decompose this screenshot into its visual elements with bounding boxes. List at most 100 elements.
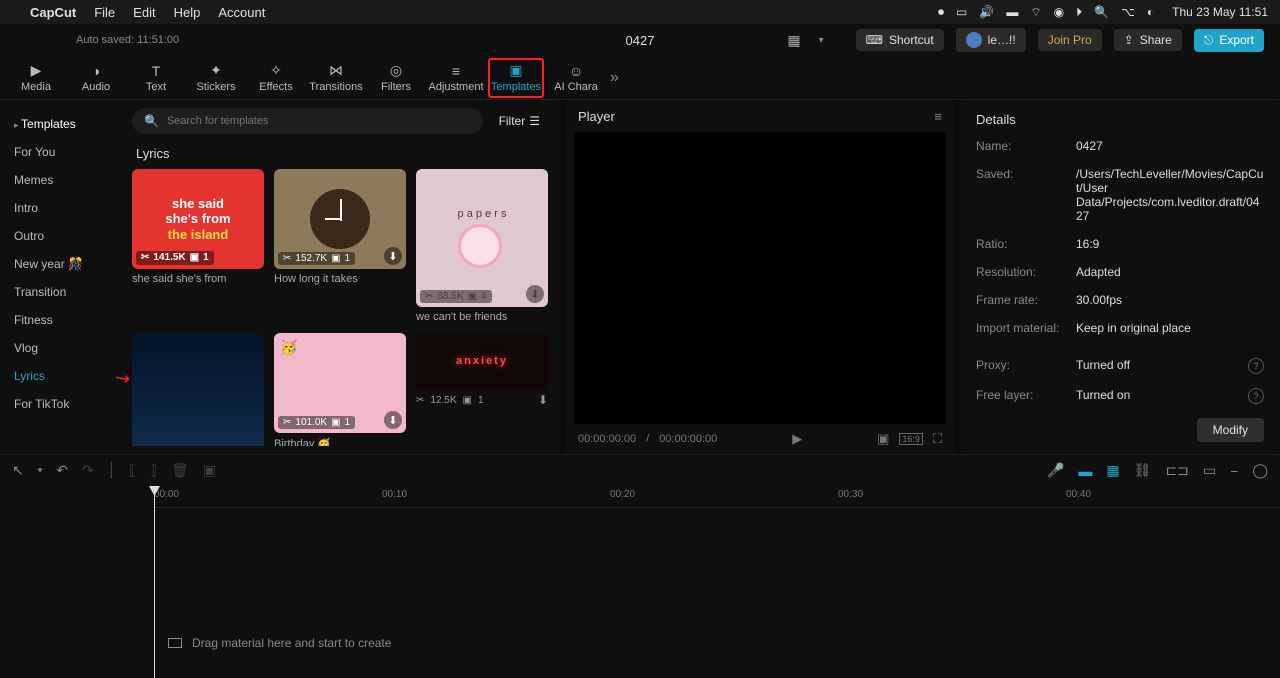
user-button[interactable]: le…!!: [956, 28, 1026, 52]
effects-icon: ✧: [270, 62, 282, 79]
tab-media[interactable]: ▶Media: [8, 58, 64, 98]
modify-button[interactable]: Modify: [1197, 418, 1264, 442]
tab-templates[interactable]: ▣Templates: [488, 58, 544, 98]
tab-audio[interactable]: ◑Audio: [68, 58, 124, 98]
download-icon[interactable]: ⬇: [526, 285, 544, 303]
timeline[interactable]: 00:00 00:10 00:20 00:30 00:40 Drag mater…: [0, 486, 1280, 678]
detail-resolution-value: Adapted: [1076, 265, 1264, 279]
template-card[interactable]: she saidshe's fromthe island ✂141.5K▣1 s…: [132, 169, 264, 323]
ruler-tick: 00:10: [382, 489, 407, 500]
sidebar-item-outro[interactable]: Outro: [0, 222, 120, 250]
template-card[interactable]: p a p e r s ✂88.5K▣4 ⬇ we can't be frien…: [416, 169, 548, 323]
playback-icon[interactable]: ⏵: [1076, 5, 1082, 20]
sidebar-item-new-year[interactable]: New year 🎊: [0, 250, 120, 278]
shortcut-button[interactable]: ⌨Shortcut: [856, 29, 944, 51]
search-input[interactable]: [167, 115, 471, 127]
tab-effects[interactable]: ✧Effects: [248, 58, 304, 98]
template-thumb: 🥳 ✂101.0K▣1 ⬇: [274, 333, 406, 433]
sidebar-item-vlog[interactable]: Vlog: [0, 334, 120, 362]
trim-left-icon[interactable]: ⟦: [129, 462, 136, 479]
template-card[interactable]: ✂42.0K▣1⬇: [132, 333, 264, 446]
siri-icon[interactable]: ◐: [1147, 5, 1154, 19]
selection-tool-icon[interactable]: ↖: [12, 462, 24, 479]
template-card[interactable]: ✂152.7K▣1 ⬇ How long it takes: [274, 169, 406, 323]
magnet-main-icon[interactable]: ▬: [1078, 463, 1092, 479]
play-icon[interactable]: ▶: [792, 431, 802, 447]
menubar-clock[interactable]: Thu 23 May 11:51: [1172, 5, 1268, 19]
sidebar-header[interactable]: Templates: [0, 110, 120, 138]
filter-button[interactable]: Filter☰: [491, 110, 548, 132]
template-card[interactable]: 🥳 ✂101.0K▣1 ⬇ Birthday 🥳: [274, 333, 406, 446]
tab-ai-chara[interactable]: ☺AI Chara: [548, 58, 604, 98]
redo-icon[interactable]: ↷: [82, 462, 94, 479]
join-pro-button[interactable]: Join Pro: [1038, 29, 1102, 51]
wifi-icon[interactable]: ⌔: [1030, 5, 1041, 20]
zoom-fit-icon[interactable]: ◯: [1252, 462, 1268, 479]
layout-icon[interactable]: ▦: [787, 32, 800, 49]
link-icon[interactable]: ⛓: [1134, 462, 1152, 479]
timeline-toolbar: ↖ ▾ ↶ ↷ ⎮ ⟦ ⟧ 🗑 ▣ 🎤 ▬ ▦ ⛓ ⊏⊐ ▭ − ◯: [0, 454, 1280, 486]
time-total: 00:00:00:00: [659, 433, 717, 445]
sidebar-item-memes[interactable]: Memes: [0, 166, 120, 194]
trim-right-icon[interactable]: ⟧: [150, 462, 157, 479]
menu-edit[interactable]: Edit: [133, 5, 155, 20]
tabs-more-icon[interactable]: »: [610, 69, 619, 87]
user-menu-icon[interactable]: ◉: [1054, 5, 1064, 19]
detail-freelayer-label: Free layer:: [976, 388, 1076, 404]
undo-icon[interactable]: ↶: [56, 462, 68, 479]
template-card[interactable]: anxiety ✂12.5K▣1⬇: [416, 333, 548, 446]
share-button[interactable]: ⇪Share: [1114, 29, 1182, 51]
sidebar-item-transition[interactable]: Transition: [0, 278, 120, 306]
battery-icon[interactable]: ▬: [1006, 5, 1018, 19]
ratio-icon[interactable]: 16:9: [899, 433, 923, 445]
playhead[interactable]: [154, 486, 155, 678]
detail-ratio-label: Ratio:: [976, 237, 1076, 251]
control-center-icon[interactable]: ⌥: [1121, 5, 1135, 19]
tab-filters[interactable]: ◎Filters: [368, 58, 424, 98]
layout-chevron-icon[interactable]: ▾: [819, 35, 824, 46]
app-name[interactable]: CapCut: [30, 5, 76, 20]
export-button[interactable]: ⎋Export: [1194, 29, 1264, 52]
timeline-ruler[interactable]: 00:00 00:10 00:20 00:30 00:40: [154, 486, 1280, 508]
filter-icon: ☰: [529, 114, 540, 128]
tab-text[interactable]: TText: [128, 58, 184, 98]
spotlight-icon[interactable]: 🔍: [1094, 5, 1109, 19]
sidebar-item-lyrics[interactable]: Lyrics↘: [0, 362, 120, 390]
template-thumb: p a p e r s ✂88.5K▣4 ⬇: [416, 169, 548, 307]
menu-help[interactable]: Help: [174, 5, 201, 20]
sidebar-item-intro[interactable]: Intro: [0, 194, 120, 222]
download-icon[interactable]: ⬇: [384, 411, 402, 429]
menu-account[interactable]: Account: [218, 5, 265, 20]
sidebar-item-for-tiktok[interactable]: For TikTok: [0, 390, 120, 418]
menu-file[interactable]: File: [94, 5, 115, 20]
delete-icon[interactable]: 🗑: [171, 462, 189, 479]
magnet-aux-icon[interactable]: ▦: [1106, 462, 1119, 479]
mic-icon[interactable]: 🎤: [1047, 462, 1064, 479]
snap-icon[interactable]: ⊏⊐: [1165, 462, 1188, 479]
tab-adjustment[interactable]: ≡Adjustment: [428, 58, 484, 98]
preview-icon[interactable]: ▭: [1203, 462, 1216, 479]
audio-icon: ◑: [92, 63, 100, 79]
tool-chevron-icon[interactable]: ▾: [38, 465, 43, 476]
player-menu-icon[interactable]: ≡: [934, 109, 942, 124]
split-icon[interactable]: ⎮: [108, 462, 115, 479]
detail-freelayer-value: Turned on: [1076, 388, 1244, 404]
fullscreen-icon[interactable]: ⛶: [933, 431, 942, 447]
player-canvas[interactable]: [574, 132, 946, 424]
crop-tool-icon[interactable]: ▣: [203, 462, 216, 479]
ruler-tick: 00:40: [1066, 489, 1091, 500]
display-icon[interactable]: ▭: [956, 5, 967, 19]
share-label: Share: [1140, 33, 1172, 47]
tab-transitions[interactable]: ⋈Transitions: [308, 58, 364, 98]
sidebar-item-for-you[interactable]: For You: [0, 138, 120, 166]
download-icon[interactable]: ⬇: [384, 247, 402, 265]
search-input-wrap[interactable]: 🔍: [132, 108, 483, 134]
record-icon[interactable]: ⏺: [938, 5, 944, 20]
sidebar-item-fitness[interactable]: Fitness: [0, 306, 120, 334]
crop-icon[interactable]: ▣: [877, 431, 889, 447]
volume-icon[interactable]: 🔊: [979, 5, 994, 19]
download-icon[interactable]: ⬇: [538, 393, 548, 407]
tab-stickers[interactable]: ✦Stickers: [188, 58, 244, 98]
detail-import-label: Import material:: [976, 321, 1076, 335]
zoom-out-icon[interactable]: −: [1230, 463, 1238, 479]
